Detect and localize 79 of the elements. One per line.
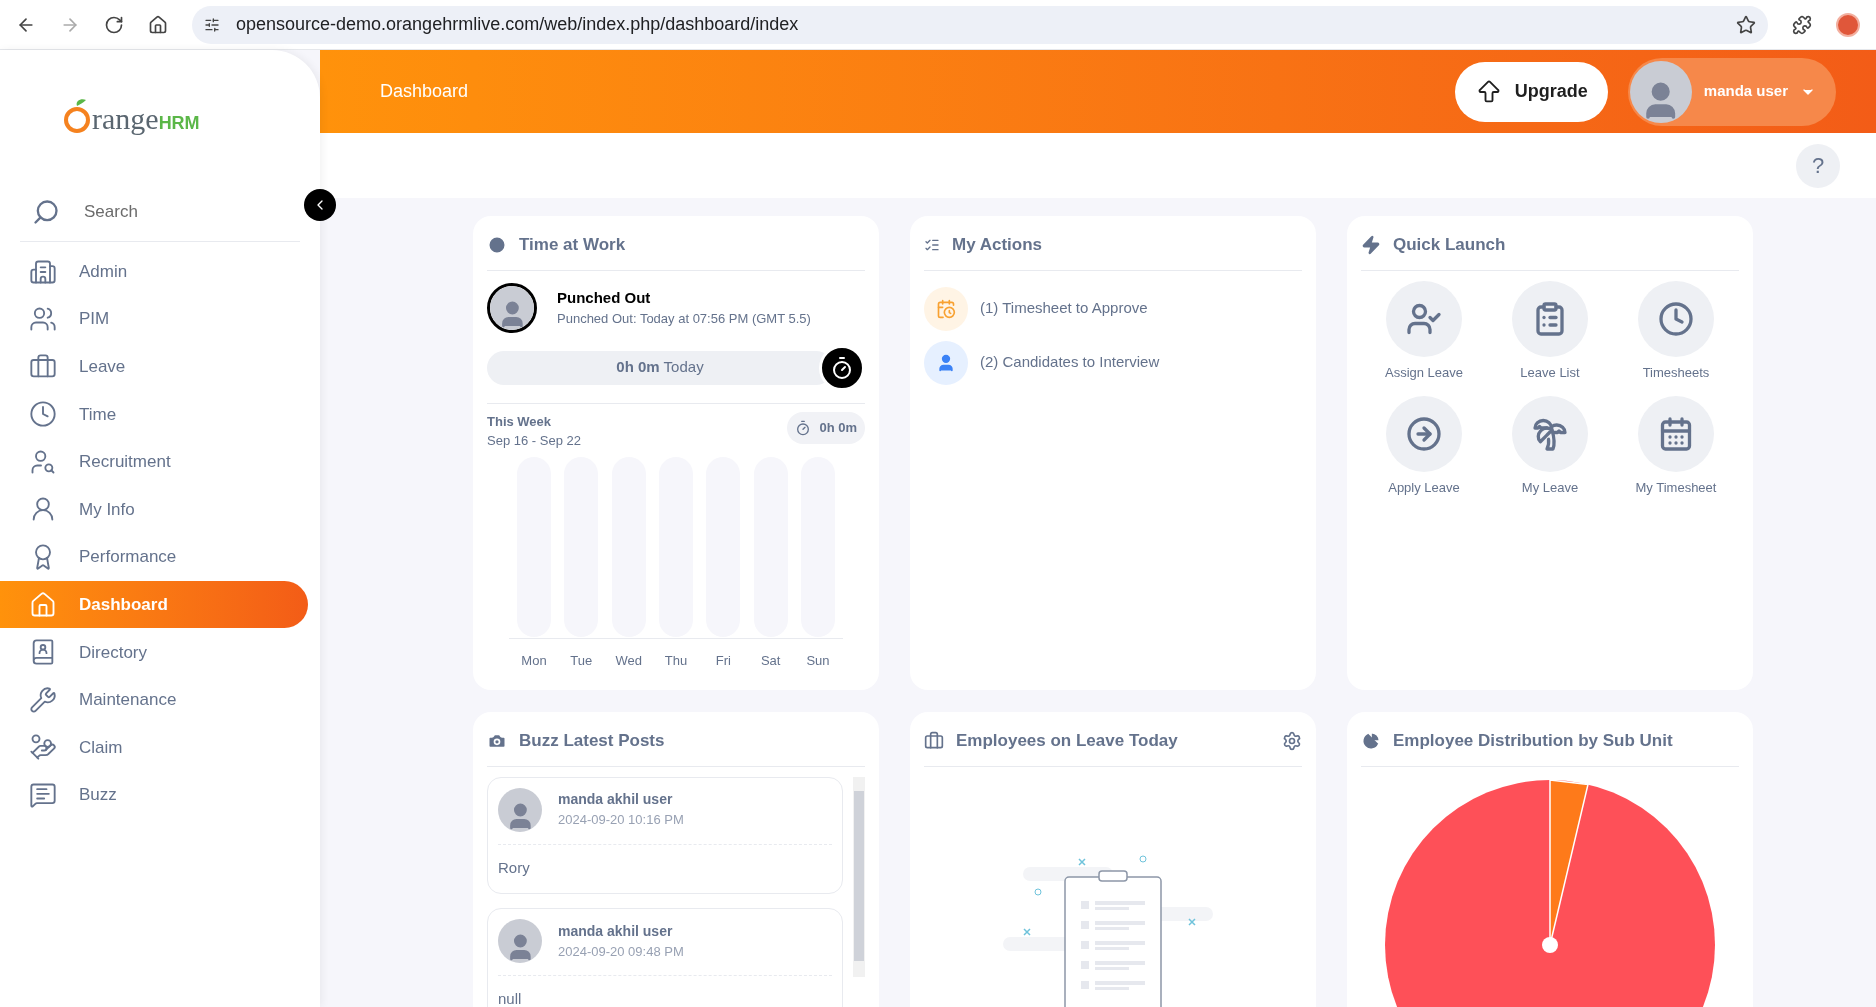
day-label: Sat [759, 651, 782, 670]
nav-item[interactable]: Directory [0, 628, 308, 676]
address-bar[interactable]: opensource-demo.orangehrmlive.com/web/index.php/dashboard/index [192, 5, 1768, 44]
day-label: Mon [520, 651, 548, 670]
nav-item[interactable]: Recruitment [0, 438, 308, 486]
help-button[interactable]: ? [1796, 143, 1840, 188]
settings-icon[interactable] [1282, 730, 1302, 751]
scrollbar[interactable] [853, 776, 865, 977]
nav-item[interactable]: Admin [0, 248, 308, 295]
week-label: This Week [487, 412, 553, 431]
day-label: Thu [663, 651, 689, 670]
profile-icon[interactable] [1836, 12, 1860, 37]
punch-detail: Punched Out: Today at 07:56 PM (GMT 5.5) [557, 310, 811, 328]
stopwatch-icon [830, 355, 854, 380]
post-author-avatar [498, 787, 542, 832]
punch-status: Punched Out [557, 287, 652, 308]
stopwatch-icon [795, 419, 812, 436]
nav-item[interactable]: Claim [0, 723, 308, 771]
nav-icon [29, 400, 57, 429]
quick-launch-item[interactable]: Assign Leave [1361, 280, 1487, 382]
person-icon [924, 340, 968, 385]
bookmark-star-icon[interactable] [1736, 14, 1756, 35]
week-range: Sep 16 - Sep 22 [487, 432, 582, 450]
search-icon [32, 197, 60, 226]
action-item[interactable]: (1) Timesheet to Approve [924, 286, 1302, 331]
nav-item[interactable]: Performance [0, 533, 308, 581]
page-title: Dashboard [380, 80, 469, 103]
quick-launch-item[interactable]: Leave List [1487, 280, 1613, 382]
nav-icon [29, 685, 57, 714]
nav-item[interactable]: PIM [0, 295, 308, 343]
card-title: Employee Distribution by Sub Unit [1393, 730, 1673, 752]
post-author: manda akhil user [558, 921, 674, 941]
quick-launch-item[interactable]: My Timesheet [1613, 396, 1739, 498]
user-avatar [1629, 60, 1692, 123]
nav-icon [29, 733, 57, 762]
brand-name: range [92, 104, 159, 134]
pie-chart-icon [1361, 730, 1381, 751]
extensions-icon[interactable] [1792, 14, 1812, 35]
home-icon[interactable] [148, 14, 168, 35]
nav-item[interactable]: Maintenance [0, 676, 308, 724]
nav-item[interactable]: Dashboard [0, 581, 308, 629]
card-title: Buzz Latest Posts [519, 730, 665, 752]
calendar-clock-icon [924, 286, 968, 331]
reload-icon[interactable] [104, 14, 124, 35]
day-label: Fri [714, 651, 732, 670]
post-text: Rory [498, 857, 531, 878]
employee-avatar [490, 285, 534, 330]
briefcase-icon [924, 730, 944, 751]
day-label: Sun [805, 651, 831, 670]
nav-item[interactable]: Leave [0, 343, 308, 391]
post-time: 2024-09-20 09:48 PM [558, 942, 684, 961]
fruit-icon [62, 98, 92, 134]
day-label: Tue [569, 651, 594, 670]
upgrade-button[interactable]: Upgrade [1454, 61, 1608, 122]
quick-launch-item[interactable]: Timesheets [1613, 280, 1739, 382]
today-duration: 0h 0m Today [616, 357, 704, 378]
nav-item[interactable]: Buzz [0, 771, 308, 819]
lightning-icon [1361, 234, 1381, 255]
url-text: opensource-demo.orangehrmlive.com/web/index.php/dashboard/index [236, 13, 799, 36]
quick-launch-item[interactable]: My Leave [1487, 396, 1613, 498]
day-label: Wed [614, 651, 643, 670]
post-author: manda akhil user [558, 790, 674, 810]
nav-icon [29, 781, 57, 810]
nav-item[interactable]: My Info [0, 485, 308, 533]
search-field[interactable]: Search [84, 198, 264, 225]
nav-item[interactable]: Time [0, 390, 308, 438]
post-text: null [498, 989, 523, 1007]
post-time: 2024-09-20 10:16 PM [558, 811, 684, 830]
brand-suffix: HRM [158, 114, 200, 132]
card-title: Employees on Leave Today [956, 730, 1178, 752]
week-total: 0h 0m [819, 418, 857, 437]
nav-icon [29, 590, 57, 619]
action-item[interactable]: (2) Candidates to Interview [924, 340, 1302, 385]
quick-launch-item[interactable]: Apply Leave [1361, 396, 1487, 498]
card-title: Quick Launch [1393, 234, 1506, 256]
post-author-avatar [498, 919, 542, 963]
site-settings-icon[interactable] [204, 16, 220, 33]
card-title: Time at Work [519, 234, 626, 256]
card-title: My Actions [952, 234, 1043, 256]
